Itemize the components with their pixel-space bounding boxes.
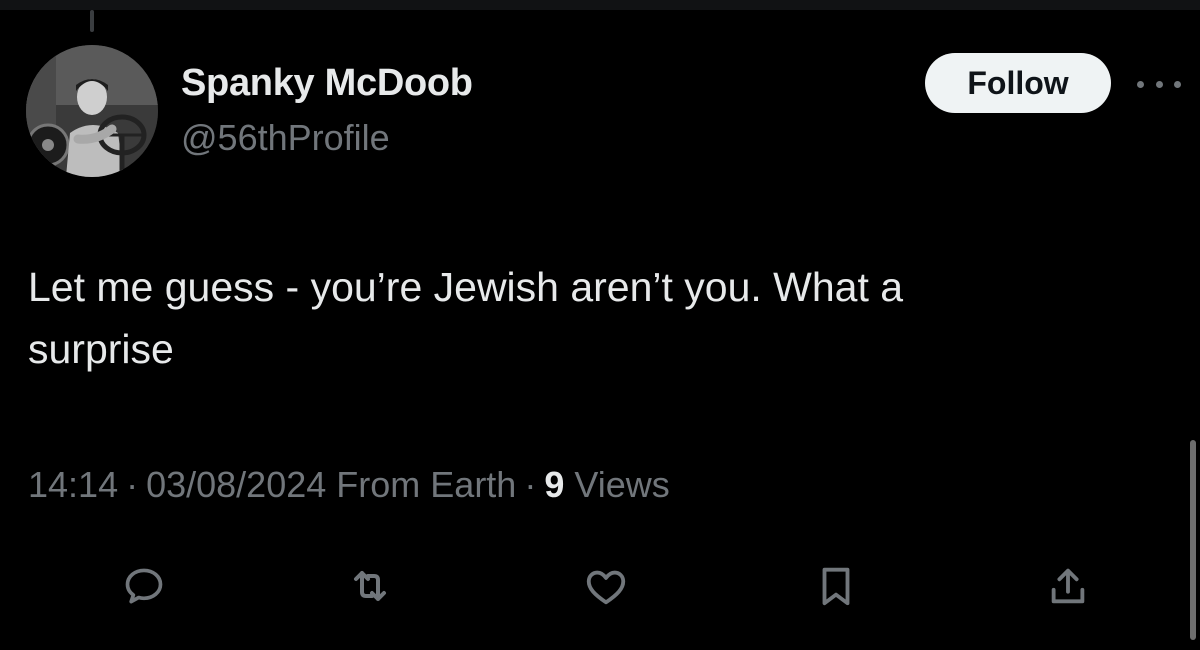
like-button[interactable]	[578, 558, 634, 614]
tweet-time[interactable]: 14:14	[28, 464, 118, 505]
share-icon	[1051, 568, 1085, 604]
views-label: Views	[574, 464, 670, 505]
bookmark-button[interactable]	[808, 558, 864, 614]
retweet-button[interactable]	[342, 558, 398, 614]
avatar-photo	[26, 45, 158, 177]
meta-separator: ·	[524, 464, 537, 505]
tweet-text-line-1: Let me guess - you’re Jewish aren’t you.…	[28, 264, 904, 310]
views-count: 9	[544, 464, 565, 505]
tweet-source: From Earth	[336, 464, 517, 505]
reply-button[interactable]	[116, 558, 172, 614]
scrollbar[interactable]	[1190, 440, 1196, 640]
follow-button[interactable]: Follow	[925, 53, 1111, 113]
more-dot	[1155, 80, 1163, 88]
avatar[interactable]	[26, 45, 158, 177]
share-button[interactable]	[1040, 558, 1096, 614]
tweet-text: Let me guess - you’re Jewish aren’t you.…	[28, 256, 1148, 380]
tweet-date[interactable]: 03/08/2024	[146, 464, 326, 505]
user-handle[interactable]: @56thProfile	[181, 117, 390, 159]
display-name[interactable]: Spanky McDoob	[181, 62, 473, 105]
bookmark-icon	[822, 567, 850, 606]
like-icon	[586, 570, 626, 605]
more-dot	[1137, 80, 1144, 88]
more-dot	[1174, 80, 1181, 88]
top-edge	[0, 0, 1200, 10]
more-options-icon[interactable]	[1137, 70, 1181, 98]
tweet-text-line-2: surprise	[28, 326, 174, 372]
reply-icon	[125, 568, 163, 604]
retweet-icon	[354, 571, 386, 601]
tweet-meta: 14:14 · 03/08/2024 From Earth · 9 Views	[28, 464, 670, 506]
meta-separator: ·	[126, 464, 139, 505]
thread-connector-line	[90, 10, 94, 32]
